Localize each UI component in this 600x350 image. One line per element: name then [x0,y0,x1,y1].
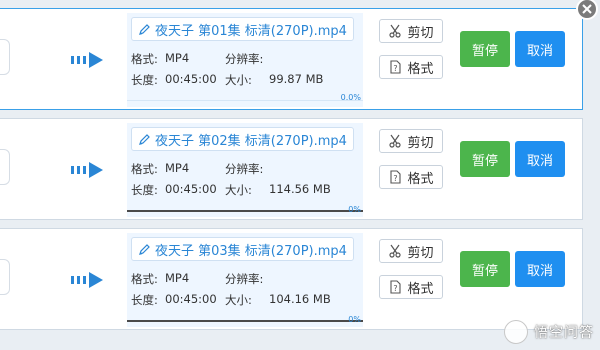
svg-text:?: ? [394,64,398,73]
cancel-button[interactable]: 取消 [515,141,565,177]
cut-button[interactable]: 剪切 [379,19,443,43]
size-label: 大小: [225,293,252,307]
duration-label: 长度: [131,183,158,197]
resolution-label: 分辨率: [225,52,264,66]
watermark-logo-icon [504,320,528,344]
watermark: 悟空问答 [504,320,594,344]
size-value: 104.16 MB [269,292,331,306]
format-value: MP4 [165,271,190,285]
format-value: MP4 [165,161,190,175]
pencil-icon [139,243,150,255]
scissors-icon [389,24,402,38]
thumbnail-stub [0,259,10,295]
cut-button-label: 剪切 [407,245,434,261]
duration-value: 00:45:00 [165,182,217,196]
resolution-label: 分辨率: [225,272,264,286]
format-label: 格式: [131,52,158,66]
duration-value: 00:45:00 [165,72,217,86]
format-button-label: 格式 [407,171,434,187]
cut-button-label: 剪切 [407,25,434,41]
thumbnail-stub [0,149,10,185]
format-button-label: 格式 [407,61,434,77]
pause-button[interactable]: 暂停 [460,251,510,287]
scissors-icon [389,134,402,148]
format-label: 格式: [131,162,158,176]
svg-text:?: ? [394,284,398,293]
filename-text: 夜天子 第02集 标清(270P).mp4 [155,133,347,149]
download-row: 夜天子 第01集 标清(270P).mp4 格式: MP4 分辨率: 长度: 0… [0,8,583,110]
file-question-icon: ? [390,60,402,74]
cancel-button[interactable]: 取消 [515,251,565,287]
pause-button[interactable]: 暂停 [460,31,510,67]
arrow-right-icon [71,52,103,68]
arrow-right-icon [71,162,103,178]
progress-percent: 0.0% [340,93,361,102]
cut-button[interactable]: 剪切 [379,129,443,153]
duration-label: 长度: [131,73,158,87]
size-label: 大小: [225,183,252,197]
download-row: 夜天子 第03集 标清(270P).mp4 格式: MP4 分辨率: 长度: 0… [0,228,583,330]
format-button-label: 格式 [407,281,434,297]
duration-label: 长度: [131,293,158,307]
filename-tag[interactable]: 夜天子 第01集 标清(270P).mp4 [131,17,354,41]
format-value: MP4 [165,51,190,65]
thumbnail-stub [0,39,10,75]
cancel-button[interactable]: 取消 [515,31,565,67]
size-value: 114.56 MB [269,182,331,196]
pencil-icon [139,23,150,35]
file-info-panel: 夜天子 第02集 标清(270P).mp4 格式: MP4 分辨率: 长度: 0… [127,123,363,217]
file-question-icon: ? [390,170,402,184]
filename-text: 夜天子 第03集 标清(270P).mp4 [155,243,347,259]
cut-button-label: 剪切 [407,135,434,151]
download-row: 夜天子 第02集 标清(270P).mp4 格式: MP4 分辨率: 长度: 0… [0,118,583,220]
pause-button[interactable]: 暂停 [460,141,510,177]
progress-percent: 0% [348,205,361,214]
progress-percent: 0% [348,315,361,324]
file-info-panel: 夜天子 第01集 标清(270P).mp4 格式: MP4 分辨率: 长度: 0… [127,13,363,107]
file-info-panel: 夜天子 第03集 标清(270P).mp4 格式: MP4 分辨率: 长度: 0… [127,233,363,327]
file-question-icon: ? [390,280,402,294]
close-icon[interactable] [576,0,598,20]
cut-button[interactable]: 剪切 [379,239,443,263]
size-value: 99.87 MB [269,72,324,86]
format-button[interactable]: ? 格式 [379,275,443,299]
resolution-label: 分辨率: [225,162,264,176]
progress-bar [127,320,363,322]
duration-value: 00:45:00 [165,292,217,306]
progress-bar [127,210,363,212]
size-label: 大小: [225,73,252,87]
progress-bar [127,100,363,101]
pencil-icon [139,133,150,145]
svg-text:?: ? [394,174,398,183]
filename-text: 夜天子 第01集 标清(270P).mp4 [155,23,347,39]
format-button[interactable]: ? 格式 [379,55,443,79]
filename-tag[interactable]: 夜天子 第03集 标清(270P).mp4 [131,237,354,261]
watermark-text: 悟空问答 [534,325,594,341]
format-button[interactable]: ? 格式 [379,165,443,189]
scissors-icon [389,244,402,258]
filename-tag[interactable]: 夜天子 第02集 标清(270P).mp4 [131,127,354,151]
format-label: 格式: [131,272,158,286]
arrow-right-icon [71,272,103,288]
